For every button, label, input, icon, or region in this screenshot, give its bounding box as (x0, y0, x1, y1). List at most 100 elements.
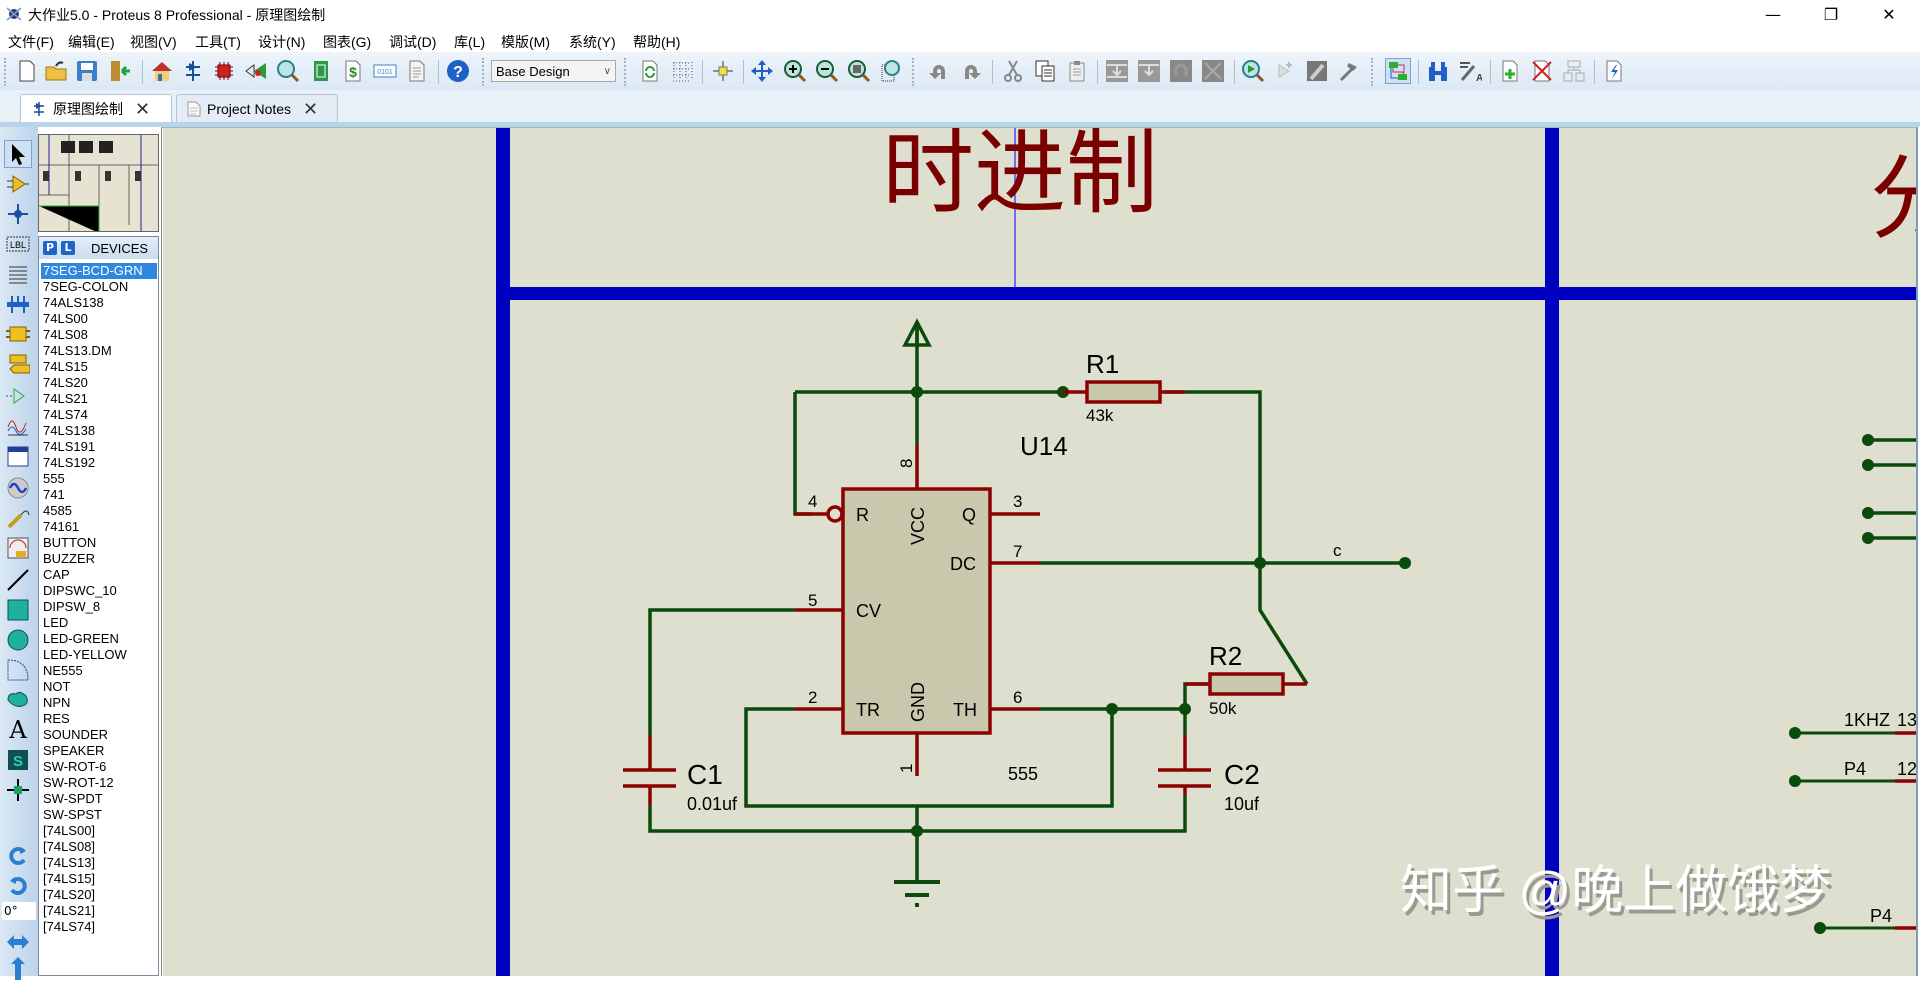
zoom-all-icon[interactable] (847, 59, 871, 83)
wire-label-button[interactable]: LBL (5, 231, 31, 257)
box-button[interactable] (5, 597, 31, 623)
rotate-cw-button[interactable] (5, 842, 31, 868)
tab-project-notes[interactable]: Project Notes ✕ (176, 94, 338, 123)
device-list-item[interactable]: 74161 (41, 519, 157, 535)
pcb-icon[interactable] (212, 59, 236, 83)
device-list-item[interactable]: 7SEG-COLON (41, 279, 157, 295)
device-list-item[interactable]: CAP (41, 567, 157, 583)
device-list-item[interactable]: 4585 (41, 503, 157, 519)
goto-sheet-icon[interactable] (1562, 59, 1586, 83)
text-button[interactable]: A (5, 716, 31, 744)
decompose-icon[interactable] (1337, 59, 1361, 83)
device-list[interactable]: 7SEG-BCD-GRN 7SEG-COLON 74ALS138 74LS00 74LS… (41, 263, 157, 935)
device-list-item[interactable]: SW-ROT-6 (41, 759, 157, 775)
rotation-angle-field[interactable]: 0° (2, 902, 36, 920)
block-copy-icon[interactable] (1105, 59, 1129, 83)
device-list-item[interactable]: NPN (41, 695, 157, 711)
device-list-item[interactable]: NOT (41, 679, 157, 695)
schematic-icon[interactable] (181, 59, 205, 83)
overview-window[interactable] (38, 134, 159, 232)
open-folder-icon[interactable] (44, 59, 68, 83)
menu-system[interactable]: 系统(Y) (569, 32, 616, 52)
source-code-icon[interactable]: 0101 (373, 59, 397, 83)
close-icon[interactable]: ✕ (135, 99, 150, 120)
marker-button[interactable] (5, 777, 31, 803)
new-sheet-icon[interactable] (1498, 59, 1522, 83)
design-variant-select[interactable]: Base Design ∨ (491, 60, 616, 82)
device-list-item[interactable]: 74LS00 (41, 311, 157, 327)
bus-button[interactable] (5, 291, 31, 317)
selection-mode-button[interactable] (4, 140, 32, 168)
line-button[interactable] (5, 567, 31, 593)
device-list-item[interactable]: NE555 (41, 663, 157, 679)
menu-tools[interactable]: 工具(T) (195, 32, 241, 52)
toolbar-grip[interactable] (624, 58, 629, 86)
device-list-item[interactable]: RES (41, 711, 157, 727)
terminal-button[interactable] (5, 351, 31, 377)
menu-file[interactable]: 文件(F) (8, 32, 54, 52)
junction-dot-button[interactable] (5, 201, 31, 227)
wire-autorouter-icon[interactable] (1385, 58, 1411, 84)
undo-icon[interactable] (927, 59, 951, 83)
tab-schematic-capture[interactable]: 原理图绘制 ✕ (20, 94, 172, 123)
restore-button[interactable]: ❐ (1802, 0, 1860, 28)
u14-555-timer[interactable]: U14 555 R Q DC CV TR TH VCC GND 4 8 3 7 … (795, 431, 1068, 784)
zoom-area-icon[interactable] (879, 59, 903, 83)
capacitor-c2[interactable]: C2 10uf (1158, 735, 1260, 814)
voltage-probe-button[interactable] (5, 505, 31, 531)
graph-button[interactable] (5, 413, 31, 439)
device-list-item[interactable]: 7SEG-BCD-GRN (41, 263, 157, 279)
pick-device-icon[interactable] (1241, 59, 1265, 83)
arc-button[interactable] (5, 657, 31, 683)
help-icon[interactable]: ? (446, 59, 470, 83)
device-list-item[interactable]: 74LS15 (41, 359, 157, 375)
gerber-viewer-icon[interactable] (276, 59, 300, 83)
device-list-item[interactable]: 74LS21 (41, 391, 157, 407)
device-list-item[interactable]: LED (41, 615, 157, 631)
device-list-item[interactable]: [74LS15] (41, 871, 157, 887)
packaging-tool-icon[interactable] (1305, 59, 1329, 83)
block-delete-icon[interactable] (1201, 59, 1225, 83)
mirror-x-button[interactable] (5, 929, 31, 955)
pan-icon[interactable] (750, 59, 774, 83)
device-list-item[interactable]: SOUNDER (41, 727, 157, 743)
device-list-item[interactable]: 74LS191 (41, 439, 157, 455)
remove-sheet-icon[interactable] (1530, 59, 1554, 83)
zoom-out-icon[interactable] (815, 59, 839, 83)
library-manager-button[interactable]: L (61, 241, 75, 255)
device-list-item[interactable]: BUTTON (41, 535, 157, 551)
device-list-item[interactable]: 74LS192 (41, 455, 157, 471)
menu-help[interactable]: 帮助(H) (633, 32, 680, 52)
mirror-y-button[interactable] (5, 955, 31, 981)
3d-viewer-icon[interactable] (244, 59, 268, 83)
ground-terminal[interactable] (894, 880, 940, 907)
tape-recorder-button[interactable] (5, 443, 31, 469)
new-file-icon[interactable] (15, 59, 39, 83)
device-list-item[interactable]: SPEAKER (41, 743, 157, 759)
close-button[interactable]: ✕ (1860, 0, 1918, 28)
menu-design[interactable]: 设计(N) (258, 32, 305, 52)
device-list-item[interactable]: DIPSWC_10 (41, 583, 157, 599)
save-icon[interactable] (75, 59, 99, 83)
search-icon[interactable] (1426, 59, 1450, 83)
device-list-item[interactable]: [74LS00] (41, 823, 157, 839)
capacitor-c1[interactable]: C1 0.01uf (623, 735, 738, 814)
menu-debug[interactable]: 调试(D) (389, 32, 436, 52)
refresh-icon[interactable] (638, 59, 662, 83)
import-icon[interactable] (108, 59, 132, 83)
toolbar-grip[interactable] (912, 58, 917, 86)
device-pin-button[interactable] (5, 383, 31, 409)
bill-of-materials-icon[interactable]: $ (341, 59, 365, 83)
device-list-item[interactable]: [74LS74] (41, 919, 157, 935)
rotate-ccw-button[interactable] (5, 872, 31, 898)
redo-icon[interactable] (959, 59, 983, 83)
property-assignment-icon[interactable]: A (1458, 59, 1482, 83)
device-list-item[interactable]: 555 (41, 471, 157, 487)
device-list-item[interactable]: SW-ROT-12 (41, 775, 157, 791)
toolbar-grip[interactable] (4, 58, 9, 86)
pick-devices-button[interactable]: P (43, 241, 57, 255)
grid-icon[interactable] (670, 59, 694, 83)
paste-icon[interactable] (1065, 59, 1089, 83)
toolbar-grip[interactable] (482, 58, 487, 86)
virtual-instrument-button[interactable] (5, 535, 31, 561)
